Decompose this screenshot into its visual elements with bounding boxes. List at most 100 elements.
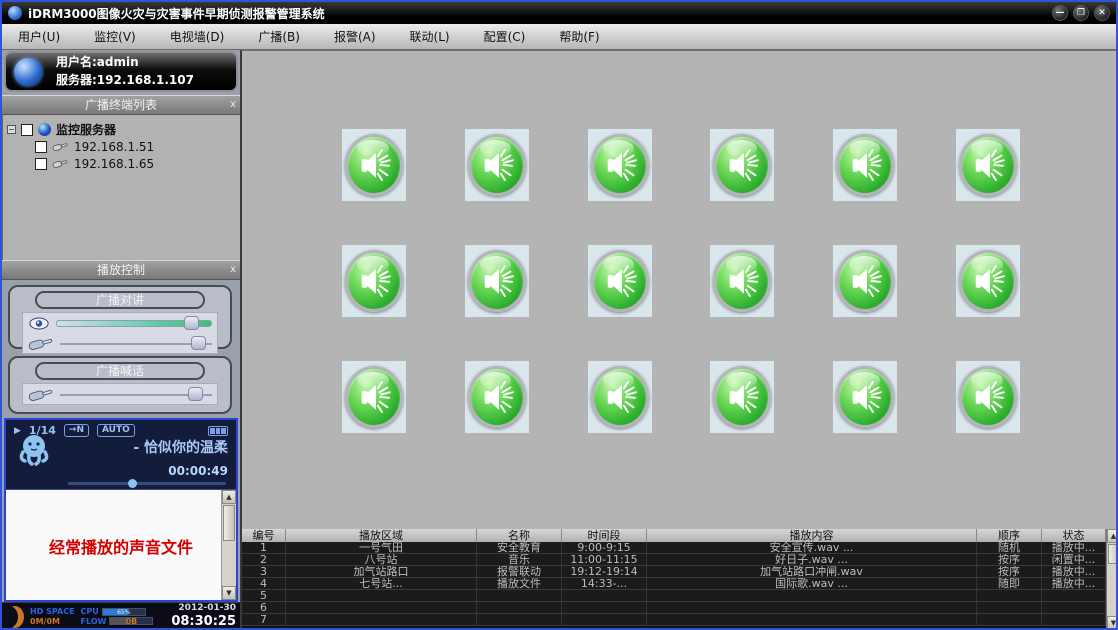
minimize-button[interactable]: — — [1052, 5, 1068, 21]
speaker-button[interactable] — [836, 250, 894, 312]
speaker-button[interactable] — [591, 134, 649, 196]
terminal-ip-label[interactable]: 192.168.1.51 — [74, 140, 154, 154]
table-cell: 音乐 — [477, 554, 562, 565]
scroll-down-icon[interactable]: ▼ — [1107, 616, 1118, 630]
restore-button[interactable]: ❐ — [1073, 5, 1089, 21]
speaker-button[interactable] — [345, 134, 403, 196]
broadcast-terminal-tile[interactable] — [465, 361, 529, 433]
application-window: iDRM3000图像火灾与灾害事件早期侦测报警管理系统 — ❐ ✕ 用户(U)监… — [0, 0, 1118, 630]
menu-item[interactable]: 电视墙(D) — [166, 26, 229, 47]
mic-terminal-icon — [52, 141, 69, 152]
table-row[interactable]: 2八号站音乐11:00-11:15好日子.wav ...按序闲置中... — [242, 554, 1106, 566]
speaker-icon — [478, 146, 516, 184]
table-cell — [477, 614, 562, 625]
speaker-button[interactable] — [959, 250, 1017, 312]
table-row[interactable]: 7 — [242, 614, 1106, 626]
table-row[interactable]: 3加气站路口报警联动19:12-19:14加气站路口冲闸.wav按序播放中... — [242, 566, 1106, 578]
speaker-button[interactable] — [345, 366, 403, 428]
close-button[interactable]: ✕ — [1094, 5, 1110, 21]
table-cell — [562, 590, 647, 601]
broadcast-terminal-tile[interactable] — [588, 245, 652, 317]
broadcast-terminal-tile[interactable] — [342, 245, 406, 317]
shout-group: 广播喊话 — [8, 356, 232, 414]
broadcast-terminal-tile[interactable] — [342, 361, 406, 433]
scroll-down-icon[interactable]: ▼ — [222, 586, 236, 600]
speaker-button[interactable] — [959, 366, 1017, 428]
file-list-scrollbar[interactable]: ▲ ▼ — [221, 490, 236, 600]
speaker-button[interactable] — [468, 134, 526, 196]
shout-button[interactable]: 广播喊话 — [35, 362, 205, 380]
broadcast-terminal-tile[interactable] — [956, 129, 1020, 201]
table-cell: 七号站... — [286, 578, 477, 589]
speaker-button[interactable] — [468, 366, 526, 428]
speaker-button[interactable] — [468, 250, 526, 312]
listen-volume-slider[interactable] — [56, 316, 212, 330]
broadcast-terminal-tile[interactable] — [342, 129, 406, 201]
menu-item[interactable]: 配置(C) — [480, 26, 530, 47]
broadcast-terminal-tile[interactable] — [956, 245, 1020, 317]
table-row[interactable]: 6 — [242, 602, 1106, 614]
table-scrollbar[interactable]: ▲ ▼ — [1106, 529, 1118, 630]
table-cell: 9:00-9:15 — [562, 542, 647, 553]
menu-item[interactable]: 联动(L) — [406, 26, 454, 47]
root-checkbox[interactable] — [21, 124, 33, 136]
table-cell — [562, 614, 647, 625]
speaker-button[interactable] — [836, 134, 894, 196]
menu-item[interactable]: 帮助(F) — [555, 26, 603, 47]
menu-item[interactable]: 报警(A) — [330, 26, 380, 47]
speaker-button[interactable] — [345, 250, 403, 312]
broadcast-terminal-tile[interactable] — [710, 129, 774, 201]
speaker-button[interactable] — [713, 250, 771, 312]
table-cell: 播放文件 — [477, 578, 562, 589]
broadcast-terminal-tile[interactable] — [465, 245, 529, 317]
speaker-button[interactable] — [591, 366, 649, 428]
speaker-button[interactable] — [959, 134, 1017, 196]
terminal-ip-label[interactable]: 192.168.1.65 — [74, 157, 154, 171]
broadcast-terminal-tile[interactable] — [588, 361, 652, 433]
table-row[interactable]: 1一号气田安全教育9:00-9:15安全宣传.wav ...随机播放中... — [242, 542, 1106, 554]
speaker-icon — [478, 378, 516, 416]
collapse-icon[interactable]: − — [7, 125, 16, 134]
intercom-button[interactable]: 广播对讲 — [35, 291, 205, 309]
broadcast-terminal-tile[interactable] — [956, 361, 1020, 433]
tree-root-row[interactable]: − 监控服务器 — [7, 121, 236, 138]
brand-crescent-icon — [6, 606, 24, 628]
speaker-button[interactable] — [591, 250, 649, 312]
broadcast-terminal-tile[interactable] — [465, 129, 529, 201]
speaker-button[interactable] — [713, 134, 771, 196]
table-cell: 随即 — [977, 578, 1042, 589]
frequent-files-caption: 经常播放的声音文件 — [6, 534, 236, 558]
panel-close-icon[interactable]: x — [230, 98, 236, 112]
menu-item[interactable]: 广播(B) — [254, 26, 304, 47]
sound-file-list[interactable]: 经常播放的声音文件 ▲ ▼ — [6, 490, 236, 600]
scroll-thumb[interactable] — [223, 505, 235, 541]
terminal-checkbox[interactable] — [35, 158, 47, 170]
mic-volume-slider[interactable] — [60, 336, 212, 350]
speaker-button[interactable] — [836, 366, 894, 428]
tree-root-label[interactable]: 监控服务器 — [56, 121, 116, 138]
broadcast-terminal-tile[interactable] — [833, 361, 897, 433]
server-icon — [38, 123, 51, 136]
table-row[interactable]: 5 — [242, 590, 1106, 602]
menu-item[interactable]: 用户(U) — [14, 26, 64, 47]
player-progress-bar[interactable] — [68, 482, 226, 485]
table-cell: 播放中... — [1042, 542, 1106, 553]
scroll-up-icon[interactable]: ▲ — [1107, 529, 1118, 543]
table-cell — [286, 614, 477, 625]
speaker-button[interactable] — [713, 366, 771, 428]
broadcast-terminal-tile[interactable] — [588, 129, 652, 201]
tree-terminal-row[interactable]: 192.168.1.51 — [7, 138, 236, 155]
tree-terminal-row[interactable]: 192.168.1.65 — [7, 155, 236, 172]
broadcast-terminal-tile[interactable] — [833, 129, 897, 201]
scroll-up-icon[interactable]: ▲ — [222, 490, 236, 504]
panel-close-icon[interactable]: x — [230, 263, 236, 277]
shout-volume-slider[interactable] — [60, 387, 212, 401]
speaker-icon — [355, 262, 393, 300]
scroll-thumb[interactable] — [1108, 544, 1118, 564]
broadcast-terminal-tile[interactable] — [710, 361, 774, 433]
terminal-checkbox[interactable] — [35, 141, 47, 153]
table-row[interactable]: 4七号站...播放文件14:33-...国际歌.wav ...随即播放中... — [242, 578, 1106, 590]
broadcast-terminal-tile[interactable] — [833, 245, 897, 317]
broadcast-terminal-tile[interactable] — [710, 245, 774, 317]
menu-item[interactable]: 监控(V) — [90, 26, 140, 47]
